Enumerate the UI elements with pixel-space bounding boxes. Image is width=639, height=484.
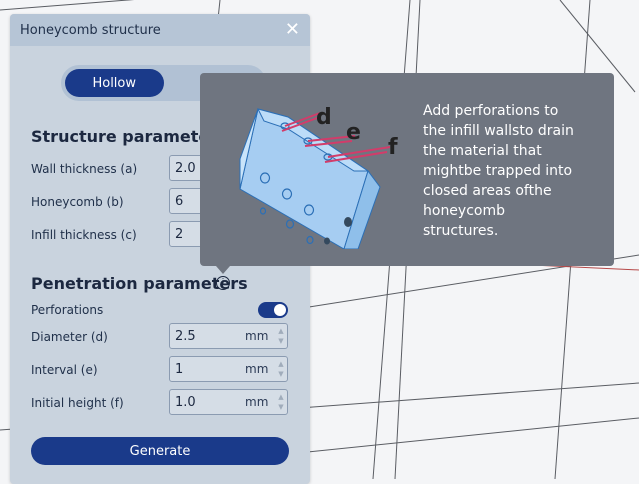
chevron-down-icon[interactable]: ▼ <box>278 402 283 412</box>
label-e: e <box>346 120 361 145</box>
perforations-toggle[interactable] <box>258 302 288 318</box>
interval-field[interactable]: 1 mm ▲ ▼ <box>169 356 288 382</box>
tooltip-line: Add perforations to <box>423 103 559 119</box>
generate-button[interactable]: Generate <box>31 437 289 465</box>
tooltip-arrow <box>216 266 230 274</box>
tooltip-text: Add perforations to the infill wallsto d… <box>423 101 598 241</box>
diameter-value[interactable]: 2.5 <box>170 329 245 344</box>
diameter-unit: mm <box>245 329 269 343</box>
initial-height-unit: mm <box>245 395 269 409</box>
initial-height-value[interactable]: 1.0 <box>170 395 245 410</box>
chevron-up-icon[interactable]: ▲ <box>278 359 283 369</box>
chevron-down-icon[interactable]: ▼ <box>278 369 283 379</box>
initial-height-label: Initial height (f) <box>31 396 124 410</box>
label-f: f <box>388 135 398 160</box>
diameter-field[interactable]: 2.5 mm ▲ ▼ <box>169 323 288 349</box>
chevron-up-icon[interactable]: ▲ <box>278 392 283 402</box>
label-d: d <box>316 105 332 130</box>
interval-label: Interval (e) <box>31 363 98 377</box>
perforations-label: Perforations <box>31 303 104 317</box>
tooltip-line: the material that <box>423 143 542 159</box>
diameter-stepper[interactable]: ▲ ▼ <box>275 324 287 348</box>
interval-value[interactable]: 1 <box>170 362 245 377</box>
tab-hollow[interactable]: Hollow <box>65 69 164 97</box>
chevron-up-icon[interactable]: ▲ <box>278 326 283 336</box>
panel-header: Honeycomb structure ✕ <box>10 14 310 46</box>
initial-height-stepper[interactable]: ▲ ▼ <box>275 390 287 414</box>
tooltip-line: closed areas ofthe <box>423 183 552 199</box>
tooltip-line: honeycomb <box>423 203 505 219</box>
structure-parameters-title: Structure parameters <box>31 127 227 146</box>
interval-stepper[interactable]: ▲ ▼ <box>275 357 287 381</box>
toggle-knob <box>274 304 286 316</box>
chevron-down-icon[interactable]: ▼ <box>278 336 283 346</box>
info-icon[interactable]: i <box>216 276 230 290</box>
close-icon[interactable]: ✕ <box>285 21 300 39</box>
wall-thickness-label: Wall thickness (a) <box>31 162 138 176</box>
tooltip-line: structures. <box>423 223 499 239</box>
diameter-label: Diameter (d) <box>31 330 108 344</box>
tooltip-line: mightbe trapped into <box>423 163 573 179</box>
perforations-tooltip: d e f Add perforations to the infill wal… <box>200 73 614 266</box>
initial-height-field[interactable]: 1.0 mm ▲ ▼ <box>169 389 288 415</box>
tooltip-line: the infill wallsto drain <box>423 123 574 139</box>
perforation-illustration: d e f <box>239 105 398 249</box>
infill-thickness-label: Infill thickness (c) <box>31 228 137 242</box>
panel-title: Honeycomb structure <box>20 22 161 38</box>
interval-unit: mm <box>245 362 269 376</box>
honeycomb-label: Honeycomb (b) <box>31 195 124 209</box>
